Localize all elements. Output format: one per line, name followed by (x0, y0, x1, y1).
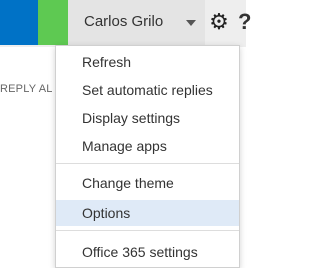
menu-item-office-365-settings[interactable]: Office 365 settings (56, 239, 239, 265)
menu-item-set-automatic-replies[interactable]: Set automatic replies (56, 77, 239, 103)
menu-divider (56, 230, 239, 231)
top-bar: Carlos Grilo ⚙ ? (0, 0, 251, 47)
app-tile-green[interactable] (38, 0, 68, 45)
user-name: Carlos Grilo (84, 13, 164, 30)
menu-item-display-settings[interactable]: Display settings (56, 105, 239, 131)
gear-icon[interactable]: ⚙ (206, 8, 232, 36)
menu-item-options[interactable]: Options (56, 200, 239, 226)
settings-dropdown-menu: Refresh Set automatic replies Display se… (55, 45, 240, 268)
menu-divider (56, 163, 239, 164)
chevron-down-icon (186, 20, 196, 26)
help-icon[interactable]: ? (238, 8, 251, 36)
menu-item-refresh[interactable]: Refresh (56, 49, 239, 75)
reply-all-button[interactable]: REPLY AL (0, 83, 53, 95)
menu-item-manage-apps[interactable]: Manage apps (56, 133, 239, 159)
app-tile-blue[interactable] (0, 0, 38, 45)
user-menu-button[interactable]: Carlos Grilo (68, 0, 205, 45)
menu-item-change-theme[interactable]: Change theme (56, 170, 239, 196)
